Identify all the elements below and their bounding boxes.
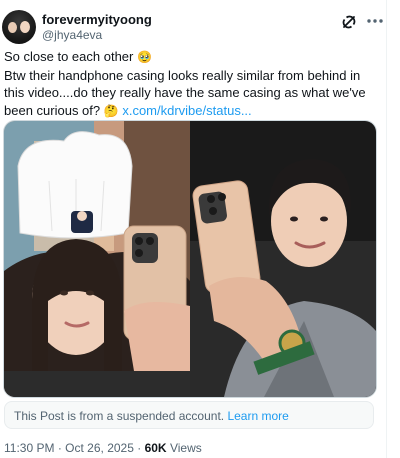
views-label: Views: [169, 441, 202, 455]
tweet-link[interactable]: x.com/kdrvibe/status...: [122, 103, 251, 118]
pleading-face-emoji: 🥹: [136, 50, 152, 64]
tweet-media-image[interactable]: [3, 120, 377, 398]
tweet-card: forevermyityoong @jhya4eva So close to e…: [0, 0, 387, 458]
grok-icon[interactable]: [340, 13, 358, 31]
views-count: 60K: [144, 441, 167, 455]
tweet-header: forevermyityoong @jhya4eva: [0, 10, 386, 46]
tweet-line-1: So close to each other 🥹: [4, 48, 382, 67]
suspended-account-notice: This Post is from a suspended account. L…: [4, 401, 374, 429]
meta-separator: ·: [57, 441, 62, 455]
tweet-text: So close to each other 🥹 Btw their handp…: [4, 48, 382, 120]
tweet-date[interactable]: Oct 26, 2025: [65, 441, 134, 455]
avatar-face-left: [8, 22, 17, 33]
author-display-name[interactable]: forevermyityoong: [42, 12, 152, 27]
thinking-face-emoji: 🤔: [103, 103, 119, 118]
tweet-line-1-text: So close to each other: [4, 49, 134, 64]
notice-text: This Post is from a suspended account.: [14, 409, 225, 423]
author-handle[interactable]: @jhya4eva: [42, 28, 102, 42]
tweet-line-2: Btw their handphone casing looks really …: [4, 67, 382, 121]
meta-separator-2: ·: [137, 441, 142, 455]
tweet-meta: 11:30 PM · Oct 26, 2025 · 60K Views: [4, 441, 202, 455]
photo-illustration: [4, 121, 376, 397]
avatar-face-right: [20, 21, 30, 33]
tweet-time[interactable]: 11:30 PM: [4, 441, 54, 455]
avatar[interactable]: [2, 10, 36, 44]
learn-more-link[interactable]: Learn more: [227, 409, 288, 423]
more-options-icon[interactable]: [365, 12, 385, 30]
